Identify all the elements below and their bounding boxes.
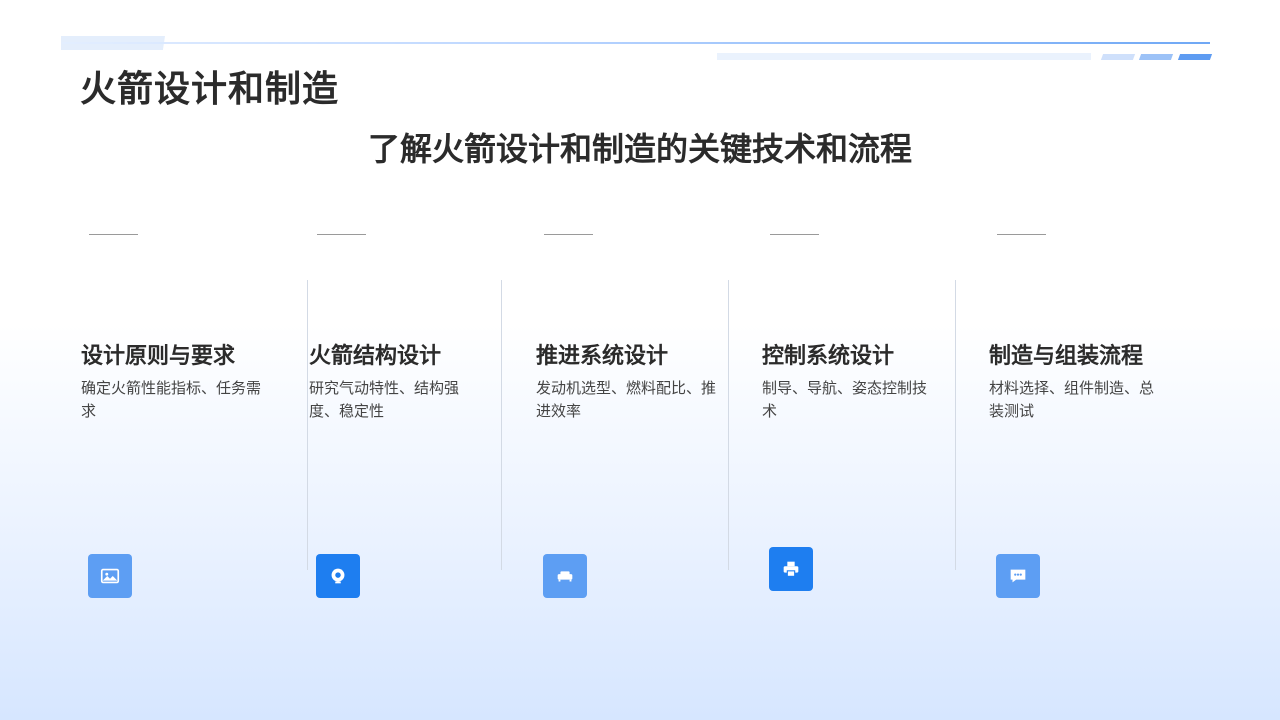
step-card-propulsion-design: 推进系统设计 发动机选型、燃料配比、推进效率 xyxy=(536,230,729,610)
page-title: 火箭设计和制造 xyxy=(80,69,340,110)
card-accent-line xyxy=(89,234,138,235)
card-accent-line xyxy=(997,234,1046,235)
step-card-manufacturing: 制造与组装流程 材料选择、组件制造、总装测试 xyxy=(989,230,1189,610)
step-card-structure-design: 火箭结构设计 研究气动特性、结构强度、稳定性 xyxy=(309,230,502,610)
card-accent-line xyxy=(544,234,593,235)
printer-icon xyxy=(769,547,813,591)
location-icon xyxy=(316,554,360,598)
header-line xyxy=(62,42,1210,44)
column-divider xyxy=(501,280,502,570)
card-description: 制导、导航、姿态控制技术 xyxy=(762,379,928,420)
column-divider xyxy=(307,280,308,570)
header-dash xyxy=(1177,54,1213,60)
card-description: 材料选择、组件制造、总装测试 xyxy=(989,379,1155,420)
sofa-icon xyxy=(543,554,587,598)
card-title: 制造与组装流程 xyxy=(989,344,1144,369)
card-title: 控制系统设计 xyxy=(762,344,895,369)
card-description: 研究气动特性、结构强度、稳定性 xyxy=(309,379,460,420)
card-accent-line xyxy=(770,234,819,235)
image-icon xyxy=(88,554,132,598)
step-card-design-principles: 设计原则与要求 确定火箭性能指标、任务需求 xyxy=(81,230,308,610)
step-card-control-design: 控制系统设计 制导、导航、姿态控制技术 xyxy=(762,230,956,610)
card-description: 发动机选型、燃料配比、推进效率 xyxy=(536,379,717,420)
header-bar-decoration xyxy=(717,53,1091,60)
header-dash xyxy=(1100,54,1136,60)
column-divider xyxy=(728,280,729,570)
card-title: 设计原则与要求 xyxy=(81,344,236,369)
chat-icon xyxy=(996,554,1040,598)
header-dash xyxy=(1138,54,1174,60)
page-subtitle: 了解火箭设计和制造的关键技术和流程 xyxy=(367,130,912,168)
card-description: 确定火箭性能指标、任务需求 xyxy=(81,379,262,420)
card-accent-line xyxy=(317,234,366,235)
column-divider xyxy=(955,280,956,570)
card-title: 推进系统设计 xyxy=(536,344,669,369)
card-title: 火箭结构设计 xyxy=(309,344,442,369)
